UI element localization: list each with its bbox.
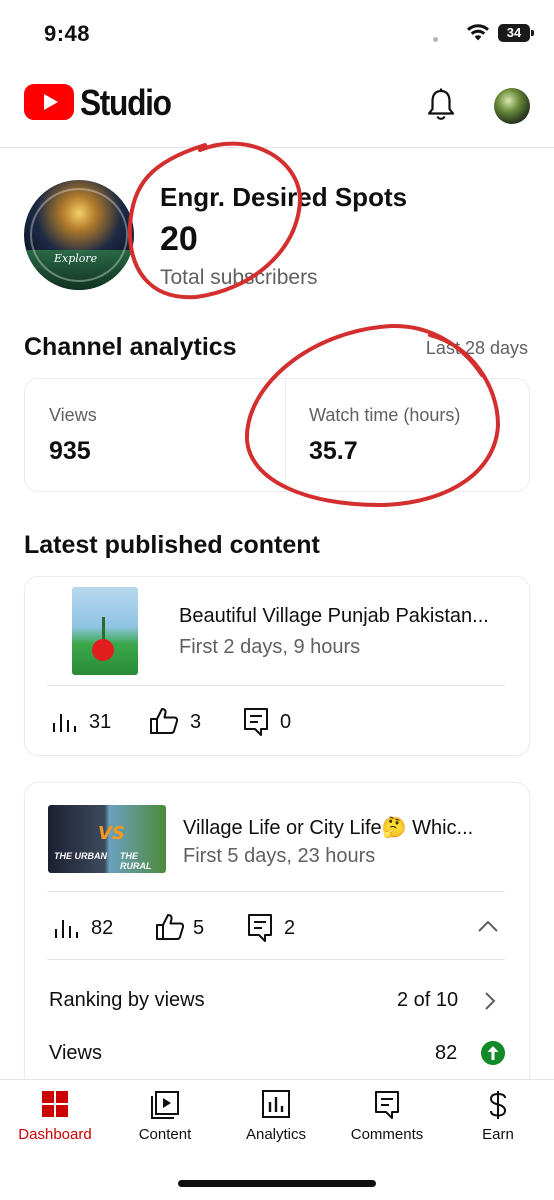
views-bars-icon [53, 714, 76, 732]
views-count: 31 [89, 711, 112, 733]
video-thumbnail[interactable]: VS THE URBAN THE RURAL [48, 805, 166, 873]
video-card[interactable]: Beautiful Village Punjab Pakistan... Fir… [24, 576, 530, 756]
video-subtitle: First 2 days, 9 hours [179, 636, 361, 658]
metric-divider [285, 379, 286, 491]
nav-label: Analytics [245, 1126, 307, 1143]
thumbnail-left-text: THE URBAN [54, 851, 107, 861]
battery-icon: 34 [498, 24, 534, 42]
views-count: 82 [91, 917, 114, 939]
app-name: Studio [80, 82, 172, 123]
like-icon [156, 914, 185, 940]
status-dot [433, 37, 438, 42]
analytics-title: Channel analytics [24, 333, 237, 361]
wifi-icon [467, 24, 489, 41]
dollar-icon [489, 1091, 507, 1119]
comment-icon [248, 914, 272, 942]
likes-count: 5 [193, 917, 205, 939]
nav-item-dashboard[interactable]: Dashboard [0, 1080, 110, 1160]
views-row-label: Views [49, 1042, 102, 1064]
nav-item-comments[interactable]: Comments [332, 1080, 442, 1160]
home-indicator[interactable] [178, 1180, 376, 1187]
thumbnail-vs-text: VS [98, 823, 125, 844]
likes-count: 3 [190, 711, 202, 733]
views-bars-icon [55, 920, 78, 938]
video-card[interactable]: VS THE URBAN THE RURAL Village Life or C… [24, 782, 530, 1082]
channel-avatar-caption: Explore [54, 252, 98, 265]
subscriber-count: 20 [160, 220, 198, 258]
video-thumbnail[interactable] [72, 587, 138, 675]
trend-up-icon [481, 1041, 505, 1065]
video-title[interactable]: Beautiful Village Punjab Pakistan... [179, 605, 489, 628]
card-divider [47, 685, 505, 686]
video-subtitle: First 5 days, 23 hours [183, 845, 376, 867]
chevron-up-icon[interactable] [477, 919, 499, 933]
like-icon [150, 708, 179, 734]
battery-level: 34 [506, 25, 522, 40]
chevron-right-icon[interactable] [483, 991, 497, 1011]
views-row-value: 82 [435, 1042, 458, 1064]
views-metric-value: 935 [49, 437, 91, 465]
latest-content-title: Latest published content [24, 531, 320, 559]
dashboard-icon [42, 1091, 68, 1117]
video-title[interactable]: Village Life or City Life🤔 Whic... [183, 815, 473, 840]
analytics-card[interactable]: Views 935 Watch time (hours) 35.7 [24, 378, 530, 492]
nav-label: Earn [482, 1126, 514, 1143]
content-icon [151, 1091, 179, 1119]
nav-label: Content [138, 1126, 192, 1143]
bell-icon[interactable] [426, 88, 456, 122]
nav-item-analytics[interactable]: Analytics [221, 1080, 331, 1160]
ranking-value: 2 of 10 [397, 989, 459, 1011]
views-metric-label: Views [49, 405, 97, 425]
card-divider [47, 959, 505, 960]
account-avatar[interactable] [494, 88, 530, 124]
card-divider [47, 891, 505, 892]
youtube-play-icon[interactable] [24, 84, 74, 120]
nav-label: Dashboard [18, 1126, 92, 1143]
status-time: 9:48 [44, 21, 91, 46]
watch-time-metric-value: 35.7 [309, 437, 358, 465]
thumbnail-right-text: THE RURAL [120, 851, 152, 871]
comments-count: 0 [280, 711, 292, 733]
channel-avatar[interactable]: Explore [24, 180, 134, 290]
analytics-period: Last 28 days [425, 338, 528, 358]
ranking-label: Ranking by views [49, 989, 205, 1011]
watch-time-metric-label: Watch time (hours) [309, 405, 461, 425]
nav-item-content[interactable]: Content [110, 1080, 220, 1160]
analytics-icon [262, 1090, 290, 1118]
subscriber-label: Total subscribers [160, 266, 318, 289]
app-header: Studio [0, 62, 554, 148]
comment-icon [244, 708, 268, 736]
nav-item-earn[interactable]: Earn [443, 1080, 553, 1160]
channel-name: Engr. Desired Spots [160, 182, 408, 212]
nav-label: Comments [350, 1126, 424, 1143]
status-bar: 9:48 34 [0, 0, 554, 62]
comments-count: 2 [284, 917, 296, 939]
comments-icon [375, 1091, 399, 1119]
